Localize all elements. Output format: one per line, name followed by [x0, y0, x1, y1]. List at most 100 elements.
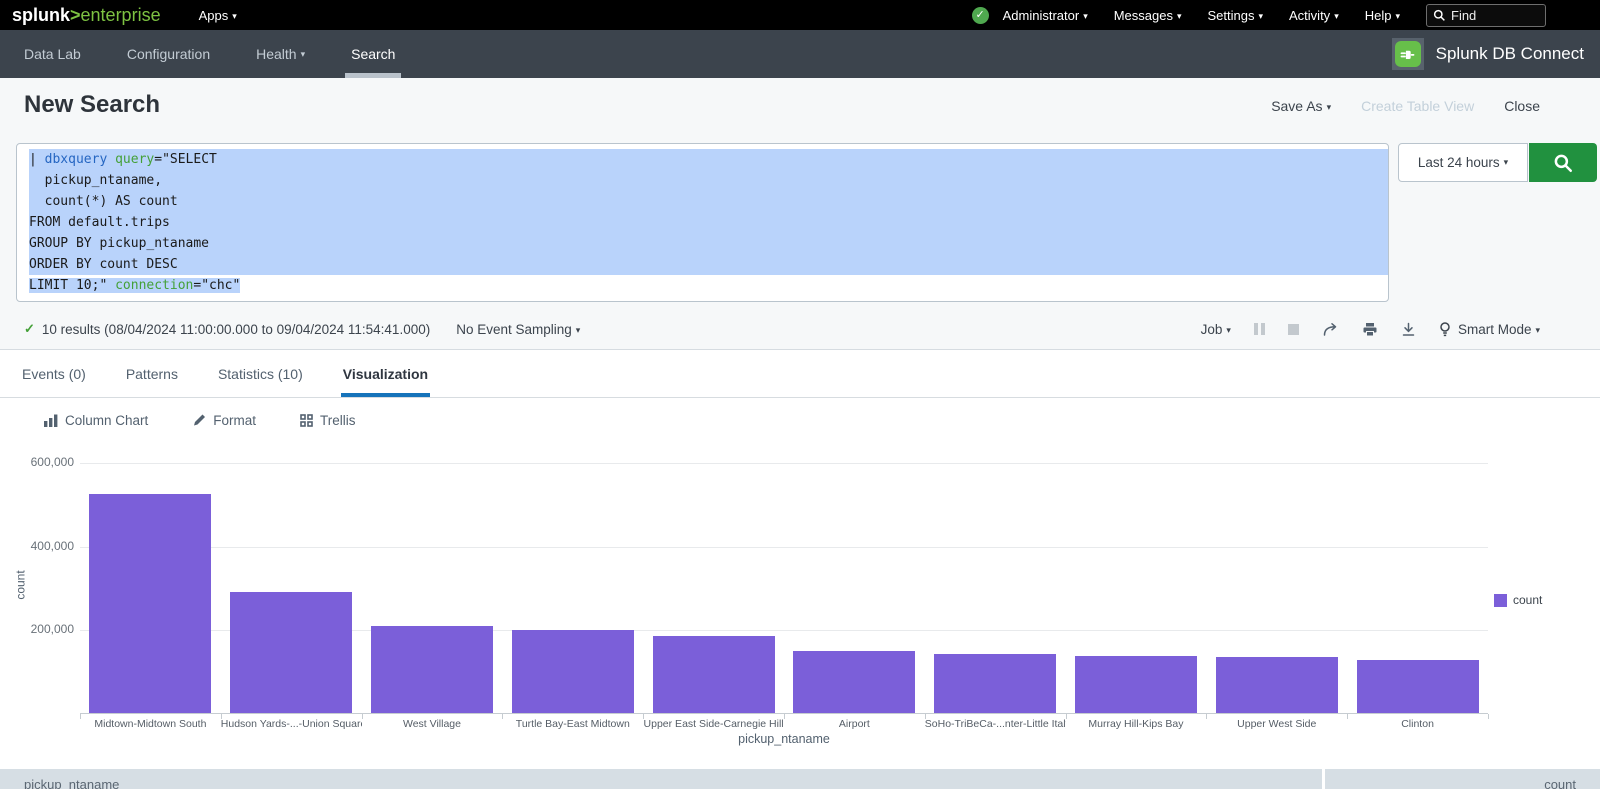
search-header-band: New Search Save As▾ Create Table View Cl…: [0, 78, 1600, 350]
settings-menu[interactable]: Settings▾: [1208, 8, 1264, 23]
nav-item-configuration[interactable]: Configuration: [121, 30, 216, 78]
y-tick-label: 200,000: [31, 622, 74, 636]
tab-statistics[interactable]: Statistics (10): [216, 350, 305, 398]
bar[interactable]: [1216, 657, 1338, 713]
activity-menu[interactable]: Activity▾: [1289, 8, 1339, 23]
format-button[interactable]: Format: [192, 413, 256, 428]
stop-icon[interactable]: [1288, 324, 1299, 335]
trellis-button[interactable]: Trellis: [300, 413, 356, 428]
x-tick: [80, 714, 81, 719]
x-tick: [1066, 714, 1067, 719]
x-tick: [925, 714, 926, 719]
chart-plot: [80, 452, 1488, 714]
results-tabs: Events (0) Patterns Statistics (10) Visu…: [0, 350, 1600, 398]
x-tick: [1488, 714, 1489, 719]
legend-label: count: [1513, 593, 1542, 607]
chevron-down-icon: ▾: [1177, 11, 1182, 22]
bar[interactable]: [1075, 656, 1197, 713]
chevron-down-icon: ▾: [1226, 325, 1231, 336]
chart-type-picker[interactable]: Column Chart: [44, 413, 148, 428]
bar[interactable]: [371, 626, 493, 713]
gridline: [80, 547, 1488, 548]
save-as-button[interactable]: Save As▾: [1271, 98, 1331, 114]
search-mode-dropdown[interactable]: Smart Mode▾: [1439, 322, 1540, 337]
viz-controls: Column Chart Format Trellis: [0, 398, 1600, 442]
x-tick: [784, 714, 785, 719]
lightbulb-icon: [1439, 322, 1451, 337]
bar[interactable]: [653, 636, 775, 713]
bar[interactable]: [230, 592, 352, 713]
search-icon: [1553, 153, 1573, 173]
x-axis-title: pickup_ntaname: [80, 732, 1488, 746]
x-category-label: Turtle Bay-East Midtown: [502, 718, 643, 730]
legend-item-count[interactable]: count: [1494, 593, 1542, 607]
statistics-table-header: pickup_ntaname count: [0, 769, 1600, 789]
x-tick: [1206, 714, 1207, 719]
health-status-icon[interactable]: ✓: [972, 7, 989, 24]
tab-visualization[interactable]: Visualization: [341, 350, 430, 398]
y-tick-label: 400,000: [31, 539, 74, 553]
pencil-icon: [192, 413, 206, 427]
job-status-bar: ✓ 10 results (08/04/2024 11:00:00.000 to…: [0, 316, 1600, 342]
download-icon[interactable]: [1401, 322, 1416, 337]
chevron-down-icon: ▾: [1083, 11, 1088, 22]
column-chart: 200,000400,000600,000 count Midtown-Midt…: [0, 442, 1600, 754]
x-tick: [1347, 714, 1348, 719]
create-table-view-button[interactable]: Create Table View: [1361, 98, 1474, 114]
chevron-down-icon: ▾: [1334, 11, 1339, 22]
x-labels: Midtown-Midtown SouthHudson Yards-...-Un…: [80, 718, 1488, 730]
print-icon[interactable]: [1362, 322, 1378, 337]
chevron-down-icon: ▾: [1504, 157, 1509, 168]
results-check-icon: ✓: [24, 321, 35, 337]
app-navbar: Data Lab Configuration Health▾ Search Sp…: [0, 30, 1600, 78]
bar[interactable]: [89, 494, 211, 713]
chevron-down-icon: ▾: [1258, 11, 1263, 22]
administrator-menu[interactable]: Administrator▾: [1003, 8, 1088, 23]
event-sampling-dropdown[interactable]: No Event Sampling▾: [456, 322, 580, 337]
time-range-picker[interactable]: Last 24 hours▾: [1398, 143, 1528, 182]
bar[interactable]: [1357, 660, 1479, 713]
x-tick: [362, 714, 363, 719]
x-category-label: Hudson Yards-...-Union Square: [221, 718, 362, 730]
app-home-link[interactable]: Splunk DB Connect: [1392, 38, 1584, 70]
bar[interactable]: [934, 654, 1056, 713]
gridline: [80, 463, 1488, 464]
x-tick: [502, 714, 503, 719]
x-tick: [221, 714, 222, 719]
pause-icon[interactable]: [1254, 323, 1265, 335]
splunk-logo[interactable]: splunk>enterprise: [12, 5, 161, 26]
apps-menu[interactable]: Apps▾: [199, 8, 237, 23]
tab-events[interactable]: Events (0): [20, 350, 88, 398]
bar[interactable]: [793, 651, 915, 713]
share-icon[interactable]: [1322, 322, 1339, 337]
find-search-box[interactable]: [1426, 4, 1546, 27]
column-header-count[interactable]: count: [1325, 769, 1600, 789]
chevron-down-icon: ▾: [301, 49, 306, 60]
chevron-down-icon: ▾: [1327, 102, 1332, 113]
search-query-editor[interactable]: | dbxquery query="SELECT pickup_ntaname,…: [16, 143, 1389, 302]
nav-item-search[interactable]: Search: [345, 30, 401, 78]
job-menu[interactable]: Job▾: [1201, 322, 1231, 337]
trellis-grid-icon: [300, 414, 313, 427]
search-icon: [1433, 9, 1446, 22]
close-button[interactable]: Close: [1504, 98, 1540, 114]
messages-menu[interactable]: Messages▾: [1114, 8, 1182, 23]
logo-gt: >: [70, 5, 81, 26]
x-category-label: West Village: [362, 718, 503, 730]
x-category-label: Murray Hill-Kips Bay: [1066, 718, 1207, 730]
nav-item-data-lab[interactable]: Data Lab: [18, 30, 87, 78]
page-title: New Search: [24, 91, 160, 119]
tab-patterns[interactable]: Patterns: [124, 350, 180, 398]
plug-icon: [1399, 46, 1416, 63]
logo-brand: splunk: [12, 5, 70, 26]
find-search-input[interactable]: [1451, 8, 1531, 23]
nav-item-health[interactable]: Health▾: [250, 30, 311, 78]
chevron-down-icon: ▾: [1395, 11, 1400, 22]
y-axis-title: count: [14, 570, 28, 599]
column-header-pickup-ntaname[interactable]: pickup_ntaname: [0, 769, 1322, 789]
run-search-button[interactable]: [1529, 143, 1597, 182]
db-connect-app-icon: [1392, 38, 1424, 70]
app-name: Splunk DB Connect: [1436, 44, 1584, 64]
bar[interactable]: [512, 630, 634, 713]
help-menu[interactable]: Help▾: [1365, 8, 1400, 23]
